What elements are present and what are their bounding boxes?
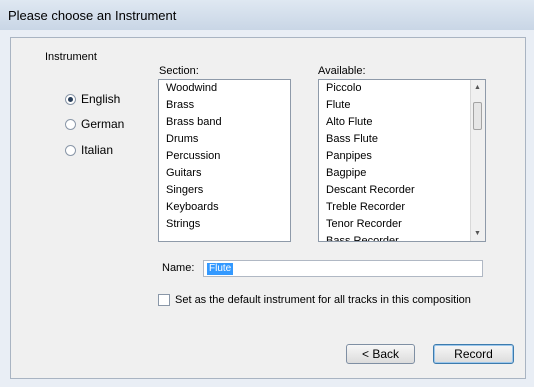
- list-item[interactable]: Brass: [159, 97, 290, 114]
- name-input-value[interactable]: Flute: [207, 263, 234, 275]
- default-instrument-checkbox[interactable]: [158, 294, 170, 306]
- list-item[interactable]: Strings: [159, 216, 290, 233]
- list-item[interactable]: Bass Flute: [319, 131, 485, 148]
- list-item[interactable]: Piccolo: [319, 80, 485, 97]
- list-item[interactable]: Panpipes: [319, 148, 485, 165]
- name-input[interactable]: Flute: [203, 260, 483, 277]
- radio-english-label[interactable]: English: [81, 92, 120, 106]
- list-item[interactable]: Keyboards: [159, 199, 290, 216]
- list-item[interactable]: Tenor Recorder: [319, 216, 485, 233]
- radio-italian[interactable]: [65, 145, 76, 156]
- list-item[interactable]: Alto Flute: [319, 114, 485, 131]
- scroll-thumb[interactable]: [473, 102, 482, 130]
- available-label: Available:: [318, 65, 366, 77]
- list-item[interactable]: Singers: [159, 182, 290, 199]
- list-item[interactable]: Bass Recorder: [319, 233, 485, 241]
- name-label: Name:: [162, 262, 195, 274]
- default-instrument-checkbox-label[interactable]: Set as the default instrument for all tr…: [175, 294, 471, 306]
- list-item[interactable]: Descant Recorder: [319, 182, 485, 199]
- section-listbox[interactable]: Woodwind Brass Brass band Drums Percussi…: [158, 79, 291, 242]
- list-item[interactable]: Percussion: [159, 148, 290, 165]
- radio-italian-label[interactable]: Italian: [81, 143, 113, 157]
- record-button[interactable]: Record: [433, 344, 514, 364]
- list-item[interactable]: Flute: [319, 97, 485, 114]
- list-item[interactable]: Treble Recorder: [319, 199, 485, 216]
- radio-english[interactable]: [65, 94, 76, 105]
- available-listbox[interactable]: Piccolo Flute Alto Flute Bass Flute Panp…: [318, 79, 486, 242]
- list-item[interactable]: Drums: [159, 131, 290, 148]
- radio-german[interactable]: [65, 119, 76, 130]
- back-button[interactable]: < Back: [346, 344, 415, 364]
- radio-german-label[interactable]: German: [81, 117, 124, 131]
- window-title: Please choose an Instrument: [8, 8, 177, 23]
- list-item[interactable]: Woodwind: [159, 80, 290, 97]
- scroll-down-icon[interactable]: ▼: [474, 230, 481, 237]
- title-bar: Please choose an Instrument: [0, 0, 534, 31]
- list-item[interactable]: Brass band: [159, 114, 290, 131]
- section-label: Section:: [159, 65, 199, 77]
- list-item[interactable]: Guitars: [159, 165, 290, 182]
- instrument-group-label: Instrument: [45, 51, 97, 63]
- list-item[interactable]: Bagpipe: [319, 165, 485, 182]
- scroll-up-icon[interactable]: ▲: [474, 84, 481, 91]
- available-scrollbar[interactable]: ▲ ▼: [470, 80, 485, 241]
